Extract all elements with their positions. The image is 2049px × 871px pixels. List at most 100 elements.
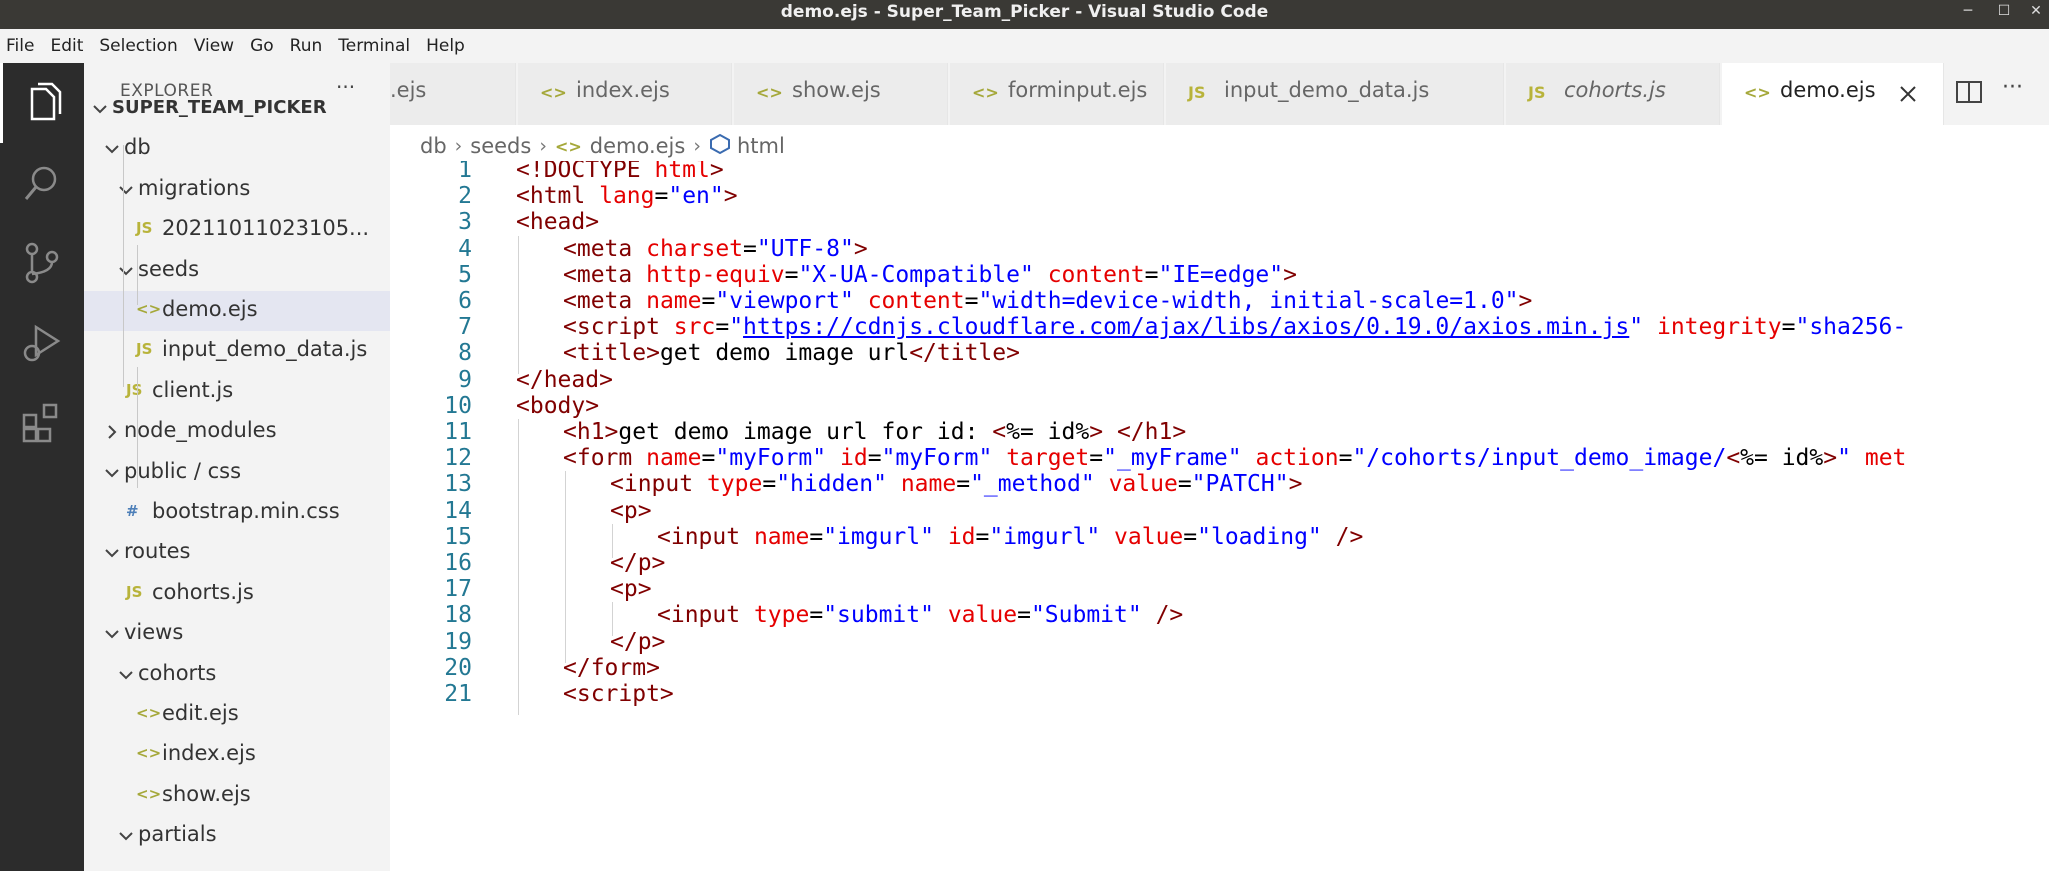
tab-index-ejs[interactable]: <> index.ejs [518,63,732,125]
ejs-file-icon: <> [972,83,999,102]
breadcrumb-chevron-icon: › [454,135,463,157]
tree-folder[interactable]: node_modules [84,412,390,452]
code-token: <html [516,183,600,210]
menu-selection[interactable]: Selection [99,36,177,56]
menu-terminal[interactable]: Terminal [338,36,410,56]
tab-ejs[interactable]: .ejs [390,63,516,125]
close-tab-icon[interactable] [1896,82,1920,106]
code-token: "IE=edge" [1158,261,1284,288]
activity-bar [0,63,84,871]
code-token: /> [1155,602,1184,629]
tree-file[interactable]: # bootstrap.min.css [84,493,390,533]
js-file-icon: JS [136,340,153,359]
code-text: </head> [516,367,613,393]
tree-item-label: show.ejs [162,781,251,806]
code-editor[interactable]: 1 <!DOCTYPE html> 2 <html lang="en"> 3 <head>… [390,161,2049,871]
chevron-down-icon [116,180,136,200]
explorer-icon[interactable] [0,63,84,143]
menu-help[interactable]: Help [426,36,465,56]
extensions-icon[interactable] [0,383,84,463]
tree-file[interactable]: <> edit.ejs [84,695,390,735]
tree-file[interactable]: <> show.ejs [84,776,390,816]
code-token: "_myFrame" [1103,445,1242,472]
breadcrumb-item[interactable]: seeds [470,134,531,158]
menu-file[interactable]: File [6,36,34,56]
code-token: <script [563,314,674,341]
tree-file[interactable]: JS client.js [84,372,390,412]
code-token: type [753,602,810,629]
tab-demo-ejs[interactable]: <> demo.ejs [1722,63,1944,125]
tree-file[interactable]: JS input_demo_data.js [84,331,390,371]
code-token: <input [610,471,707,498]
tree-item-label: 20211011023105... [162,216,370,241]
indent-guide [137,245,138,305]
tab-label: index.ejs [576,78,670,102]
code-token: id [839,445,868,472]
code-line: 21 <script> [390,681,2049,715]
tree-file[interactable]: JS 20211011023105... [84,210,390,250]
ejs-file-icon: <> [1744,83,1771,102]
code-token: = [715,314,730,341]
code-token: </title> [909,340,1020,367]
editor-more-icon[interactable]: ··· [2002,75,2023,100]
run-debug-icon[interactable] [0,303,84,383]
tree-folder[interactable]: seeds [84,251,390,291]
close-window-button[interactable]: ✕ [2024,0,2048,24]
chevron-down-icon [102,139,122,159]
code-token: "_method" [970,471,1095,498]
tree-folder[interactable]: routes [84,533,390,573]
code-token[interactable]: https://cdnjs.cloudflare.com/ajax/libs/a… [743,314,1629,340]
tab-cohorts-js[interactable]: JS cohorts.js [1506,63,1720,125]
breadcrumb-item[interactable]: db [420,134,447,158]
search-icon[interactable] [0,143,84,223]
code-token: "PATCH" [1191,471,1289,498]
code-token: " [1837,445,1851,472]
maximize-button[interactable]: ☐ [1992,0,2016,24]
code-text: <title>get demo image url</title> [563,340,1020,366]
code-token: <meta [563,288,647,314]
menu-edit[interactable]: Edit [50,36,83,56]
tree-folder[interactable]: public / css [84,453,390,493]
tab-show-ejs[interactable]: <> show.ejs [734,63,948,125]
code-token: <p> [610,497,652,524]
breadcrumb-item[interactable]: html [737,134,785,158]
source-control-icon[interactable] [0,223,84,303]
menu-run[interactable]: Run [290,36,323,56]
code-token: name [646,288,702,314]
tree-file[interactable]: <> demo.ejs [84,291,390,331]
tab-forminput-ejs[interactable]: <> forminput.ejs [950,63,1164,125]
line-number: 6 [458,288,472,314]
menu-go[interactable]: Go [250,36,274,56]
menu-view[interactable]: View [194,36,234,56]
line-number: 9 [458,366,472,393]
code-token: > [1288,471,1303,498]
code-token: <h1> [563,419,619,445]
tree-folder[interactable]: db [84,129,390,169]
indent-guide [518,681,519,715]
code-token: charset [646,235,744,262]
code-token: = [701,288,716,314]
code-token: = [809,523,824,550]
tree-file[interactable]: JS cohorts.js [84,574,390,614]
split-editor-icon[interactable] [1954,77,1984,111]
chevron-down-icon [116,665,136,685]
tree-folder[interactable]: views [84,614,390,654]
tree-root[interactable]: SUPER_TEAM_PICKER [84,89,390,129]
code-token: %= id% [1740,445,1824,472]
code-token: value [1108,471,1178,498]
tree-folder[interactable]: migrations [84,170,390,210]
tree-file[interactable]: <> index.ejs [84,735,390,775]
code-token: target [1006,445,1090,472]
code-token: <title> [563,340,660,367]
line-number: 4 [458,235,472,262]
code-token: "sha256- [1795,314,1907,341]
tree-folder[interactable]: partials [84,816,390,856]
code-token: /> [1335,523,1364,550]
breadcrumb-item[interactable]: demo.ejs [590,134,686,158]
tree-folder[interactable]: cohorts [84,655,390,695]
minimize-button[interactable]: ─ [1956,0,1980,24]
tab-input-demo-data-js[interactable]: JS input_demo_data.js [1166,63,1504,125]
